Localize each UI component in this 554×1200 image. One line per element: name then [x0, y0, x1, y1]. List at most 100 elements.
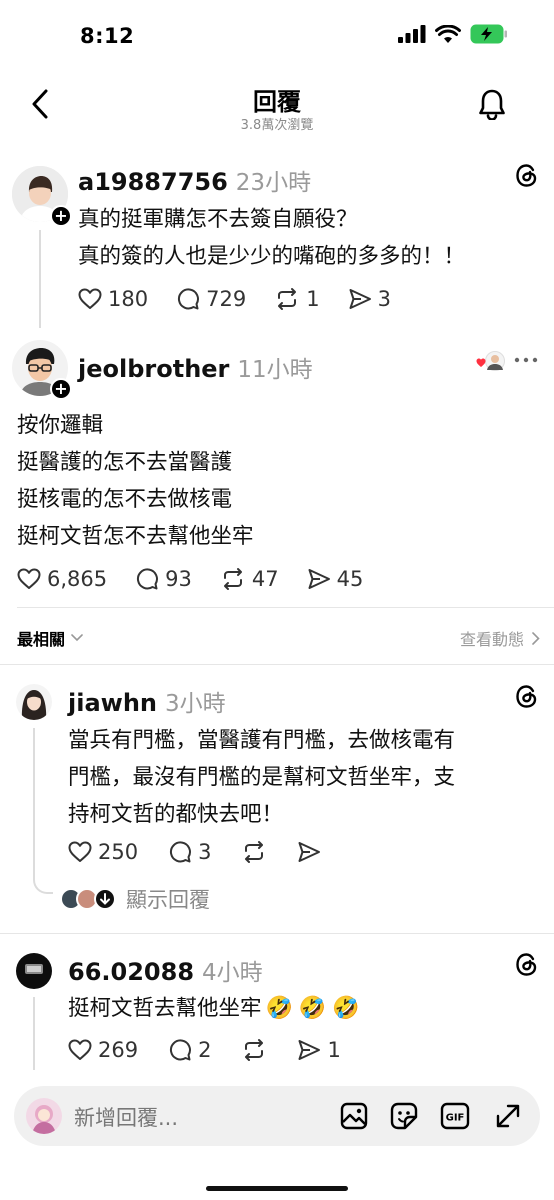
- show-replies-label: 顯示回覆: [126, 888, 210, 912]
- comment-count: 2: [198, 1038, 212, 1062]
- divider: [17, 607, 554, 608]
- comment-icon: [178, 288, 200, 310]
- sticker-button[interactable]: [390, 1102, 418, 1130]
- sticker-icon: [390, 1102, 418, 1130]
- threads-icon: [516, 164, 537, 187]
- comment-button[interactable]: 729: [176, 287, 246, 311]
- thread-connector: [33, 870, 53, 894]
- liked-by-avatar-icon: [476, 351, 505, 371]
- laughing-emojis: 🤣🤣🤣: [265, 996, 366, 1021]
- username[interactable]: jeolbrother: [78, 355, 229, 383]
- bell-icon: [479, 89, 505, 120]
- wifi-icon: [435, 24, 461, 43]
- username[interactable]: jiawhn: [68, 689, 157, 717]
- home-indicator: [206, 1186, 348, 1191]
- share-icon: [349, 289, 371, 309]
- post-time: 4小時: [202, 960, 263, 986]
- threads-logo-button[interactable]: [514, 684, 539, 709]
- comment-icon: [170, 1039, 192, 1061]
- comment-icon: [137, 568, 159, 590]
- share-button[interactable]: 3: [348, 287, 391, 311]
- more-options-button[interactable]: [514, 357, 538, 363]
- repost-button[interactable]: [241, 1038, 267, 1062]
- gif-button[interactable]: GIF: [440, 1102, 470, 1130]
- like-count: 180: [108, 287, 149, 311]
- post-text-line-2: 真的簽的人也是少少的嘴砲的多多的！！: [78, 244, 466, 269]
- heart-icon: [78, 288, 102, 309]
- share-button[interactable]: [297, 841, 321, 863]
- thread-line: [39, 230, 41, 328]
- share-icon: [298, 1040, 321, 1060]
- view-count: 3.8萬次瀏覽: [240, 118, 314, 133]
- like-count: 250: [98, 840, 139, 864]
- repost-icon: [223, 568, 242, 590]
- repost-icon: [245, 841, 264, 863]
- status-icons: [398, 24, 508, 44]
- expand-icon: [496, 1104, 520, 1128]
- divider: [0, 933, 554, 934]
- share-button[interactable]: 45: [307, 567, 364, 591]
- share-button[interactable]: 1: [297, 1038, 341, 1062]
- post-text-line-4: 挺柯文哲怎不去幫他坐牢: [17, 524, 254, 549]
- show-replies-button[interactable]: 顯示回覆: [60, 884, 210, 914]
- image-icon: [340, 1102, 368, 1130]
- avatar-image: [16, 953, 52, 989]
- like-button[interactable]: 180: [78, 287, 148, 311]
- comment-actions: 250 3: [68, 840, 321, 864]
- like-button[interactable]: 250: [68, 840, 138, 864]
- repost-icon: [278, 288, 297, 310]
- reply-avatars-icon: [60, 888, 116, 910]
- repost-button[interactable]: 1: [274, 287, 320, 311]
- comment-button[interactable]: 2: [168, 1038, 211, 1062]
- post-actions: 180 729 1 3: [78, 287, 391, 311]
- avatar[interactable]: [16, 953, 52, 989]
- attach-image-button[interactable]: [340, 1102, 368, 1130]
- comment-button[interactable]: 93: [135, 567, 192, 591]
- gif-icon: GIF: [440, 1102, 470, 1130]
- sort-dropdown[interactable]: 最相關: [17, 626, 83, 650]
- repost-button[interactable]: [241, 840, 267, 864]
- post-time: 23小時: [235, 170, 312, 196]
- share-count: 1: [327, 1038, 341, 1062]
- threads-logo-button[interactable]: [514, 952, 539, 977]
- share-icon: [298, 842, 321, 862]
- more-icon: [514, 357, 538, 363]
- svg-text:GIF: GIF: [446, 1113, 465, 1124]
- like-button[interactable]: 269: [68, 1038, 138, 1062]
- comment-text-line-1: 當兵有門檻，當醫護有門檻，去做核電有: [68, 728, 456, 753]
- reply-input[interactable]: 新增回覆...: [74, 1102, 178, 1132]
- username[interactable]: 66.02088: [68, 958, 194, 986]
- comment-button[interactable]: 3: [168, 840, 211, 864]
- comment-count: 729: [206, 287, 247, 311]
- share-count: 3: [377, 287, 391, 311]
- repost-button[interactable]: 47: [220, 567, 279, 591]
- comment-text-line-2: 門檻，最沒有門檻的是幫柯文哲坐牢，支: [68, 765, 456, 790]
- share-icon: [308, 569, 330, 589]
- like-count: 6,865: [47, 567, 108, 591]
- like-button[interactable]: 6,865: [17, 567, 107, 591]
- follow-button[interactable]: +: [50, 205, 72, 227]
- notifications-button[interactable]: [478, 88, 506, 120]
- comment-count: 93: [165, 567, 192, 591]
- view-activity-link[interactable]: 查看動態: [460, 626, 540, 650]
- username[interactable]: a19887756: [78, 168, 228, 196]
- page-title: 回覆: [253, 88, 301, 116]
- repost-count: 1: [306, 287, 320, 311]
- heart-icon: [17, 568, 41, 589]
- expand-composer-button[interactable]: [494, 1102, 522, 1130]
- comment-icon: [170, 841, 192, 863]
- share-count: 45: [336, 567, 364, 591]
- follow-button[interactable]: +: [50, 378, 72, 400]
- divider: [0, 664, 554, 665]
- repost-icon: [245, 1039, 264, 1061]
- heart-icon: [68, 1039, 92, 1060]
- threads-logo-button[interactable]: [514, 163, 539, 188]
- comment-actions: 269 2 1: [68, 1038, 341, 1062]
- comment-count: 3: [198, 840, 212, 864]
- battery-charging-icon: [470, 24, 507, 44]
- threads-icon: [516, 685, 537, 708]
- view-activity-label: 查看動態: [459, 630, 524, 649]
- comment-text-line-3: 持柯文哲的都快去吧！: [68, 802, 284, 827]
- threads-icon: [516, 953, 537, 976]
- avatar[interactable]: [16, 684, 52, 720]
